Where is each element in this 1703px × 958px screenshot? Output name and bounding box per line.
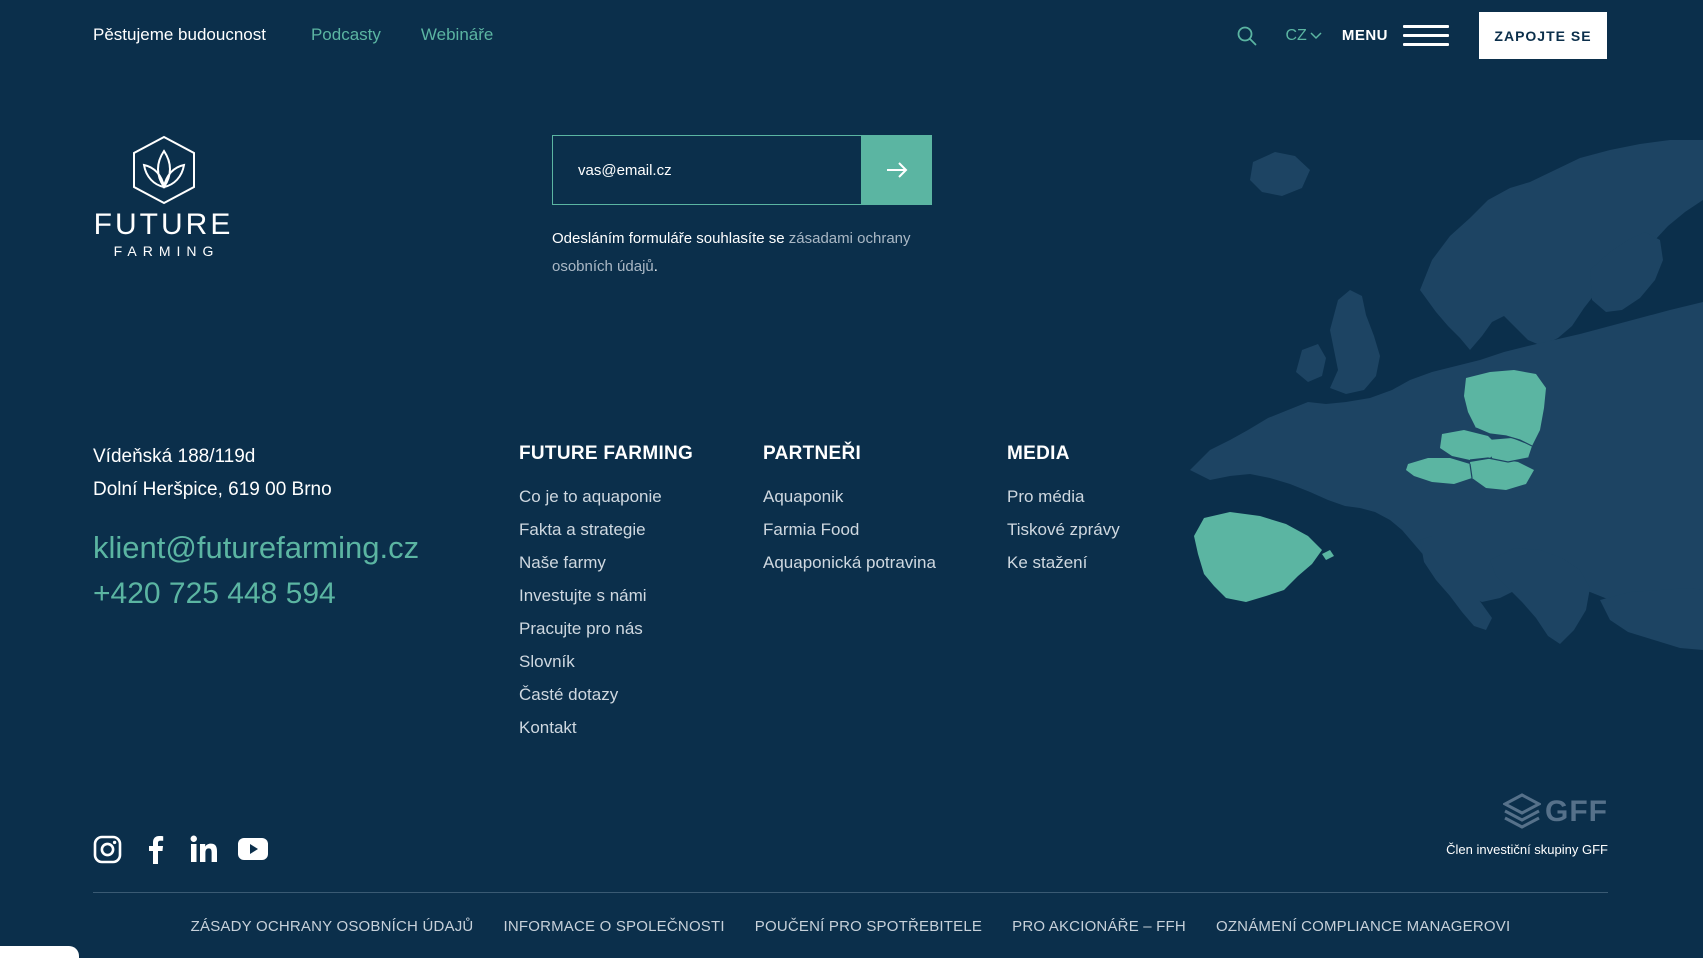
footer-divider xyxy=(93,892,1608,893)
footer-link-ke-stazeni[interactable]: Ke stažení xyxy=(1007,553,1087,572)
logo-word: FUTURE xyxy=(93,208,234,241)
footer-column-media: MEDIA Pro média Tiskové zprávy Ke stažen… xyxy=(1007,443,1120,586)
column-title: FUTURE FARMING xyxy=(519,443,694,464)
footer-link-aquaponicka-potravina[interactable]: Aquaponická potravina xyxy=(763,553,936,572)
gff-logo-text: GFF xyxy=(1545,795,1608,828)
legal-link-consumer-info[interactable]: POUČENÍ PRO SPOTŘEBITELE xyxy=(755,918,982,935)
legal-link-shareholders[interactable]: PRO AKCIONÁŘE – FFH xyxy=(1012,918,1186,935)
footer-link-aquaponik[interactable]: Aquaponik xyxy=(763,487,843,506)
social-links xyxy=(93,834,288,869)
footer-column-partneri: PARTNEŘI Aquaponik Farmia Food Aquaponic… xyxy=(763,443,936,586)
footer-link-pro-media[interactable]: Pro média xyxy=(1007,487,1084,506)
footer-link-tiskove-zpravy[interactable]: Tiskové zprávy xyxy=(1007,520,1120,539)
youtube-icon xyxy=(238,838,268,860)
join-button[interactable]: ZAPOJTE SE xyxy=(1479,12,1607,59)
instagram-icon xyxy=(93,835,122,863)
nav-link-webinare[interactable]: Webináře xyxy=(421,25,493,45)
legal-link-compliance[interactable]: OZNÁMENÍ COMPLIANCE MANAGEROVI xyxy=(1216,918,1510,935)
gff-cube-icon xyxy=(1503,793,1541,829)
footer-link-farmy[interactable]: Naše farmy xyxy=(519,553,606,572)
europe-map xyxy=(1190,140,1703,650)
header-actions: CZ MENU ZAPOJTE SE xyxy=(1236,12,1607,59)
footer-link-kontakt[interactable]: Kontakt xyxy=(519,718,577,737)
search-icon xyxy=(1237,26,1256,45)
hamburger-icon xyxy=(1403,24,1449,48)
consent-prefix: Odesláním formuláře souhlasíte se xyxy=(552,230,789,247)
column-title: PARTNEŘI xyxy=(763,443,862,464)
linkedin-icon xyxy=(190,835,217,862)
consent-suffix: . xyxy=(653,258,658,275)
chevron-down-icon xyxy=(1310,31,1322,39)
address-city: Dolní Heršpice, 619 00 Brno xyxy=(93,479,332,500)
footer-link-pracujte[interactable]: Pracujte pro nás xyxy=(519,619,643,638)
language-switcher[interactable]: CZ xyxy=(1286,27,1322,45)
footer-link-investujte[interactable]: Investujte s námi xyxy=(519,586,647,605)
arrow-right-icon xyxy=(887,162,908,178)
column-title: MEDIA xyxy=(1007,443,1070,464)
gff-badge: GFF Člen investiční skupiny GFF xyxy=(1408,793,1608,857)
youtube-link[interactable] xyxy=(238,838,268,865)
newsletter-form xyxy=(552,135,932,205)
footer-link-slovnik[interactable]: Slovník xyxy=(519,652,575,671)
nav-link-podcasty[interactable]: Podcasty xyxy=(311,25,381,45)
facebook-icon xyxy=(149,836,164,864)
legal-link-privacy[interactable]: ZÁSADY OCHRANY OSOBNÍCH ÚDAJŮ xyxy=(191,918,474,935)
leaf-hexagon-icon xyxy=(133,135,195,205)
top-navigation: Pěstujeme budoucnost Podcasty Webináře xyxy=(93,22,533,48)
footer-link-farmia-food[interactable]: Farmia Food xyxy=(763,520,859,539)
newsletter-submit-button[interactable] xyxy=(862,135,932,205)
language-label: CZ xyxy=(1285,26,1307,44)
gff-member-text: Člen investiční skupiny GFF xyxy=(1446,842,1608,857)
consent-text: Odesláním formuláře souhlasíte se zásada… xyxy=(552,225,912,281)
cookie-settings-tab[interactable] xyxy=(0,946,79,958)
legal-links: ZÁSADY OCHRANY OSOBNÍCH ÚDAJŮ INFORMACE … xyxy=(93,918,1608,935)
brand-link[interactable]: Pěstujeme budoucnost xyxy=(93,25,266,45)
footer-column-future-farming: FUTURE FARMING Co je to aquaponie Fakta … xyxy=(519,443,693,751)
future-farming-logo[interactable]: FUTURE FARMING xyxy=(92,133,235,261)
address-street: Vídeňská 188/119d xyxy=(93,446,256,467)
footer-link-aquaponie[interactable]: Co je to aquaponie xyxy=(519,487,662,506)
search-button[interactable] xyxy=(1236,25,1258,47)
instagram-link[interactable] xyxy=(93,835,122,869)
company-address: Vídeňská 188/119d Dolní Heršpice, 619 00… xyxy=(93,440,332,506)
email-input[interactable] xyxy=(552,135,862,205)
footer-link-dotazy[interactable]: Časté dotazy xyxy=(519,685,618,704)
logo-subword: FARMING xyxy=(113,243,220,259)
contact-phone-link[interactable]: +420 725 448 594 xyxy=(93,577,336,611)
menu-button[interactable]: MENU xyxy=(1342,24,1449,48)
gff-logo[interactable]: GFF xyxy=(1503,793,1608,831)
linkedin-link[interactable] xyxy=(190,835,218,868)
menu-label: MENU xyxy=(1341,27,1388,44)
footer-link-fakta[interactable]: Fakta a strategie xyxy=(519,520,646,539)
legal-link-company-info[interactable]: INFORMACE O SPOLEČNOSTI xyxy=(503,918,724,935)
contact-email-link[interactable]: klient@futurefarming.cz xyxy=(93,530,419,566)
facebook-link[interactable] xyxy=(142,834,170,869)
